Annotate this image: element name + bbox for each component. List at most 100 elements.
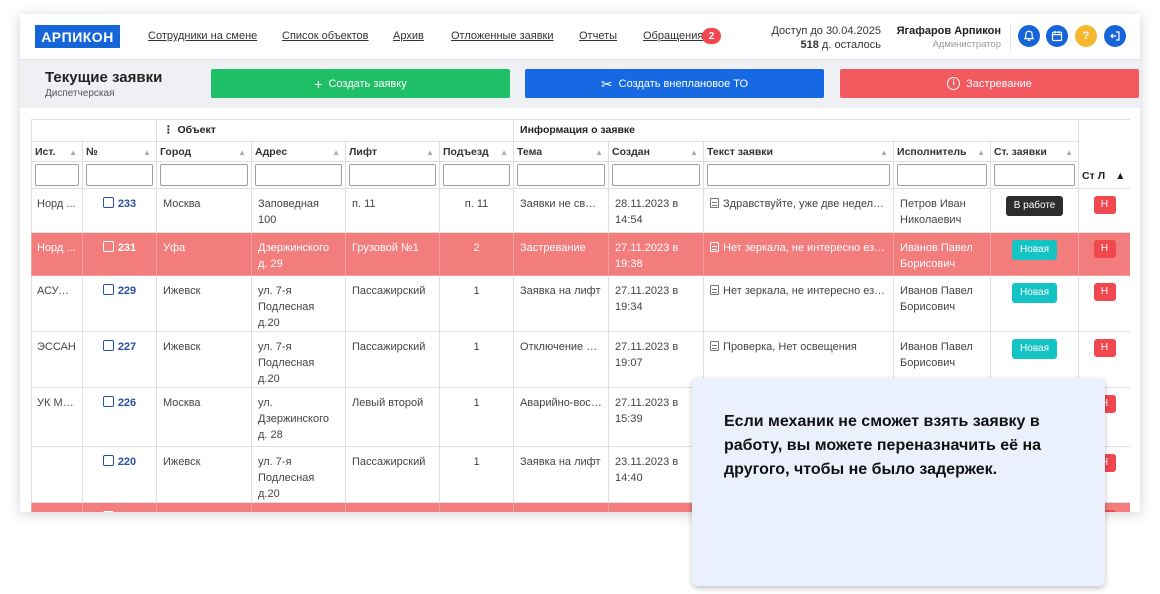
lift-cell: Левый второй — [345, 387, 440, 447]
filter-topic-input[interactable] — [517, 164, 606, 186]
lift-status-badge[interactable]: Н — [1093, 283, 1116, 301]
entrance-cell: 2 — [438, 502, 515, 512]
address-cell: Дзержинского д. 29 — [251, 232, 346, 276]
document-icon — [710, 341, 720, 351]
request-number-link[interactable]: 229 — [102, 284, 136, 297]
col-number[interactable]: № ▲ — [82, 141, 157, 162]
user-role: Администратор — [932, 39, 1001, 50]
edit-icon — [102, 455, 114, 466]
request-number: 231 — [117, 242, 137, 254]
city-text: Ижевск — [163, 341, 201, 353]
sort-icon: ▲ — [69, 148, 77, 157]
col-topic[interactable]: Тема ▲ — [513, 141, 610, 162]
filter-address-input[interactable] — [255, 164, 342, 186]
col-text[interactable]: Текст заявки ▲ — [703, 141, 895, 162]
col-topic-label: Тема — [517, 146, 543, 158]
table-row[interactable]: Норд ... 231 Уфа Дзержинского д. 29 Грузовой… — [31, 232, 1130, 276]
nav-reports[interactable]: Отчеты — [579, 30, 617, 42]
calendar-button[interactable] — [1046, 25, 1068, 47]
filter-executor-input[interactable] — [897, 164, 988, 186]
city-text: Москва — [163, 198, 201, 210]
request-number: 226 — [117, 397, 137, 409]
filter-number-input[interactable] — [86, 164, 153, 186]
filter-status-input[interactable] — [994, 164, 1076, 186]
request-status-badge[interactable]: Новая — [1012, 240, 1058, 260]
lift-cell: Пассажирский — [345, 446, 440, 503]
number-cell: 220 — [82, 446, 157, 503]
create-unscheduled-maintenance-button[interactable]: ✂ Создать внеплановое ТО — [525, 69, 824, 98]
help-button[interactable]: ? — [1075, 25, 1097, 47]
topic-text: Заявки не связ... — [520, 198, 606, 210]
entrapment-button[interactable]: i Застревание — [840, 69, 1139, 98]
source-text: ЭССАН — [37, 341, 76, 353]
table-row[interactable]: АСУД-... 229 Ижевск ул. 7-я Подлесная д.20 П… — [31, 275, 1130, 332]
executor-cell[interactable]: Иванов Павел Борисович — [893, 275, 992, 332]
entrance-text: 1 — [473, 456, 480, 468]
filter-cell — [893, 161, 992, 189]
lift-status-badge[interactable]: Н — [1093, 339, 1116, 357]
table-row[interactable]: Норд ... 233 Москва Заповедная 100 п. 11 п. 1… — [31, 188, 1130, 233]
filter-cell — [251, 161, 346, 189]
lift-status-cell: Н — [1078, 275, 1130, 332]
nav-archive[interactable]: Архив — [393, 30, 424, 42]
nav-deferred-requests[interactable]: Отложенные заявки — [451, 30, 554, 42]
col-source[interactable]: Ист. ▲ — [31, 141, 83, 162]
filter-created-input[interactable] — [612, 164, 701, 186]
request-number-link[interactable]: 231 — [102, 241, 137, 254]
request-status-badge[interactable]: Новая — [1012, 283, 1058, 303]
user-info[interactable]: Ягафаров Арпикон Администратор — [897, 24, 1001, 52]
topic-cell: Заявка на лифт — [513, 446, 610, 503]
request-status-badge[interactable]: В работе — [1005, 196, 1064, 216]
request-number-link[interactable]: 220 — [102, 455, 137, 468]
filter-entrance-input[interactable] — [443, 164, 511, 186]
request-number: 220 — [117, 456, 137, 468]
request-number-link[interactable]: 233 — [102, 197, 136, 210]
nav-objects-list[interactable]: Список объектов — [282, 30, 369, 42]
col-created-label: Создан — [612, 146, 650, 158]
source-text: АСУД-... — [37, 285, 79, 297]
logout-button[interactable] — [1104, 25, 1126, 47]
col-request-status[interactable]: Ст. заявки ▲ — [990, 141, 1080, 162]
edit-icon — [102, 241, 114, 252]
entrance-text: п. 11 — [464, 198, 489, 210]
sort-icon: ▲ — [880, 148, 889, 157]
nav-staff-on-shift[interactable]: Сотрудники на смене — [148, 30, 257, 42]
col-city[interactable]: Город ▲ — [156, 141, 252, 162]
number-cell: 167 — [82, 502, 157, 512]
filter-source-input[interactable] — [35, 164, 79, 186]
col-created[interactable]: Создан ▲ — [608, 141, 705, 162]
created-cell: 31.10.2023 в 2:14 — [608, 502, 705, 512]
topic-cell: Заявка на лифт — [513, 275, 610, 332]
plus-icon: + — [314, 75, 323, 92]
request-status-badge[interactable]: Новая — [1012, 339, 1058, 359]
filter-cell — [438, 161, 515, 189]
logo[interactable]: АРПИКОН — [35, 25, 120, 48]
create-request-button[interactable]: + Создать заявку — [211, 69, 510, 98]
drag-handle-icon: ⋮ — [163, 124, 174, 136]
request-text: Проверка, Нет освещения — [723, 341, 857, 353]
col-address[interactable]: Адрес ▲ — [251, 141, 346, 162]
col-source-label: Ист. — [35, 146, 56, 158]
col-lift-status[interactable]: Ст Л ▲ — [1078, 119, 1130, 189]
filter-lift-input[interactable] — [349, 164, 436, 186]
col-lift[interactable]: Лифт ▲ — [345, 141, 440, 162]
filter-city-input[interactable] — [160, 164, 248, 186]
notifications-button[interactable] — [1018, 25, 1040, 47]
city-cell: Москва — [156, 502, 252, 512]
nav-appeals[interactable]: Обращения — [643, 30, 703, 42]
filter-text-input[interactable] — [707, 164, 891, 186]
document-icon — [710, 242, 720, 252]
sort-icon: ▲ — [690, 148, 699, 157]
source-text: Норд ... — [37, 242, 76, 254]
request-text: Здравствуйте, уже две недели н... — [723, 198, 894, 210]
request-number-link[interactable]: 226 — [102, 396, 137, 409]
col-executor[interactable]: Исполнитель ▲ — [893, 141, 992, 162]
executor-cell[interactable]: Иванов Павел Борисович — [893, 232, 992, 276]
lift-status-badge[interactable]: Н — [1093, 240, 1116, 258]
request-number-link[interactable]: 227 — [102, 340, 136, 353]
lift-status-badge[interactable]: Н — [1093, 196, 1116, 214]
help-icon: ? — [1082, 30, 1090, 42]
col-entrance[interactable]: Подъезд ▲ — [438, 141, 515, 162]
entrance-text: 1 — [473, 341, 480, 353]
executor-cell[interactable]: Петров Иван Николаевич — [893, 188, 992, 233]
